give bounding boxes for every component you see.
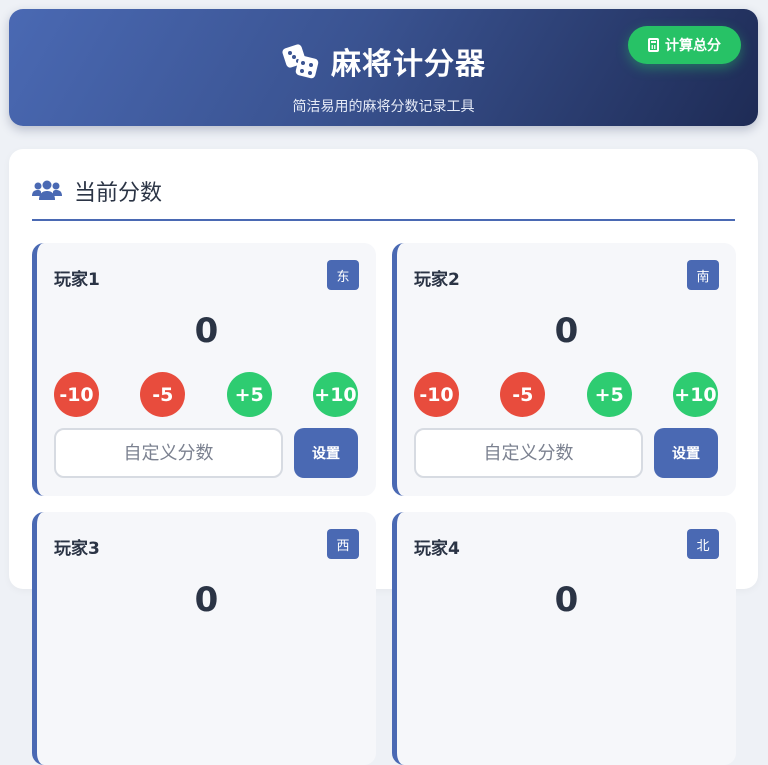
custom-score-row: 设置 xyxy=(414,428,718,478)
page-title: 麻将计分器 xyxy=(331,47,486,82)
player-name: 玩家2 xyxy=(414,270,460,290)
minus-10-button[interactable]: -10 xyxy=(54,372,99,417)
score-button-row: -10 -5 +5 +10 xyxy=(54,372,358,417)
wind-badge: 北 xyxy=(687,529,719,559)
calculate-total-button[interactable]: 计算总分 xyxy=(628,26,741,64)
custom-score-input[interactable] xyxy=(54,428,283,478)
app-header: 麻将计分器 简洁易用的麻将分数记录工具 计算总分 xyxy=(9,9,758,126)
wind-badge: 西 xyxy=(327,529,359,559)
player-name: 玩家1 xyxy=(54,270,100,290)
wind-badge: 南 xyxy=(687,260,719,290)
plus-10-button[interactable]: +10 xyxy=(312,372,358,417)
calculate-total-label: 计算总分 xyxy=(665,38,721,54)
plus-5-button[interactable]: +5 xyxy=(226,372,272,417)
minus-5-button[interactable]: -5 xyxy=(140,372,186,417)
player-card-2: 玩家2 南 0 -10 -5 +5 +10 设置 xyxy=(392,243,736,496)
player-name: 玩家3 xyxy=(54,539,100,559)
player-name: 玩家4 xyxy=(414,539,460,559)
dice-icon xyxy=(282,44,319,79)
player-score: 0 xyxy=(554,311,579,351)
section-divider xyxy=(32,219,735,221)
page-subtitle: 简洁易用的麻将分数记录工具 xyxy=(292,99,475,115)
calculator-icon xyxy=(648,38,659,52)
player-score: 0 xyxy=(194,311,219,351)
custom-score-input[interactable] xyxy=(414,428,643,478)
plus-5-button[interactable]: +5 xyxy=(586,372,632,417)
custom-score-row: 设置 xyxy=(54,428,358,478)
score-button-row: -10 -5 +5 +10 xyxy=(414,372,718,417)
users-icon xyxy=(32,180,62,200)
set-score-button[interactable]: 设置 xyxy=(654,428,718,478)
plus-10-button[interactable]: +10 xyxy=(672,372,718,417)
section-title: 当前分数 xyxy=(74,181,163,206)
player-score: 0 xyxy=(194,580,219,620)
set-score-button[interactable]: 设置 xyxy=(294,428,358,478)
panel-header: 当前分数 xyxy=(32,175,162,207)
player-score: 0 xyxy=(554,580,579,620)
player-card-3: 玩家3 西 0 xyxy=(32,512,376,765)
player-card-1: 玩家1 东 0 -10 -5 +5 +10 设置 xyxy=(32,243,376,496)
minus-10-button[interactable]: -10 xyxy=(414,372,459,417)
player-card-4: 玩家4 北 0 xyxy=(392,512,736,765)
wind-badge: 东 xyxy=(327,260,359,290)
minus-5-button[interactable]: -5 xyxy=(500,372,546,417)
